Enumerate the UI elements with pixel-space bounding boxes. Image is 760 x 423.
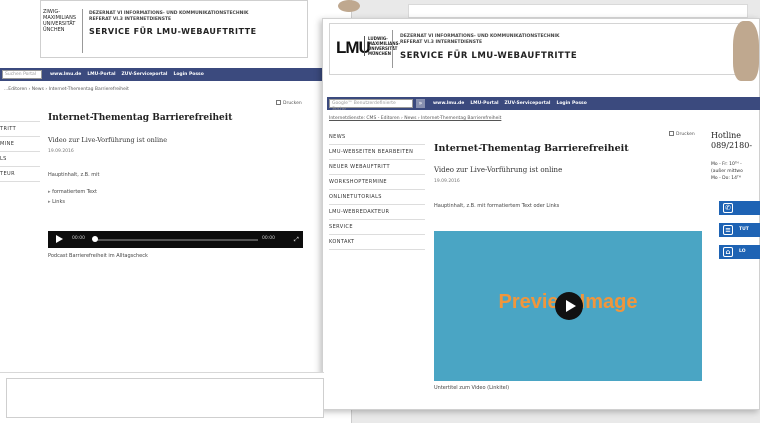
sidebar-item-service[interactable]: SERVICE: [329, 220, 425, 235]
front-dept-line1: DEZERNAT VI INFORMATIONS- UND KOMMUNIKAT…: [400, 34, 560, 39]
back-sidebar-item[interactable]: [0, 113, 40, 122]
front-webpage: LMU LUDWIG- MAXIMILIANS- UNIVERSITÄT MÜN…: [322, 18, 760, 410]
back-sidebar-item[interactable]: TRITT: [0, 122, 40, 137]
person-illustration: [338, 0, 360, 12]
back-date: 19.09.2016: [48, 149, 74, 154]
front-nav-link[interactable]: Login Posso: [556, 101, 586, 106]
lmu-logo-subtitle: LUDWIG- MAXIMILIANS- UNIVERSITÄT MÜNCHEN: [364, 36, 400, 56]
front-page-subtitle: Video zur Live-Vorführung ist online: [434, 166, 563, 174]
back-nav-link[interactable]: LMU-Portal: [87, 72, 115, 77]
sidebar-item-workshoptermine[interactable]: WORKSHOPTERMINE: [329, 175, 425, 190]
play-icon[interactable]: [56, 235, 63, 243]
front-breadcrumb[interactable]: Internetdienste: CMS - Editoren › News ›…: [329, 116, 501, 121]
player-progress-track[interactable]: [96, 239, 258, 241]
sidebar-item-webseiten[interactable]: LMU-WEBSEITEN BEARBEITEN: [329, 145, 425, 160]
side-button-tutorials[interactable]: ≡ TUT: [719, 223, 760, 237]
front-navbar: Google™ Benutzerdefinierte Suche » www.l…: [327, 97, 760, 112]
video-preview[interactable]: Preview Image: [434, 231, 702, 381]
side-button-label: LO: [739, 249, 746, 254]
header-divider: [392, 30, 393, 68]
front-sidebar: NEWS LMU-WEBSEITEN BEARBEITEN NEUER WEBA…: [329, 130, 425, 250]
hotline-hours-line: (außer mittwo: [711, 169, 743, 174]
screenshot-stage: ZIWIG- MAXIMILIANS UNIVERSITÄT ÜNCHEN DE…: [0, 0, 760, 423]
side-button-label: TUT: [739, 227, 749, 232]
front-nav-link[interactable]: ZUV-Serviceportal: [505, 101, 551, 106]
back-sidebar-item[interactable]: TEUR: [0, 167, 40, 182]
back-page-title: Internet-Thementag Barrierefreiheit: [48, 113, 233, 123]
player-end-time: 00:00: [262, 236, 275, 241]
back-sidebar-item[interactable]: LS: [0, 152, 40, 167]
lock-icon: ⌂: [723, 247, 733, 257]
back-header: ZIWIG- MAXIMILIANS UNIVERSITÄT ÜNCHEN DE…: [40, 0, 308, 58]
list-item: formatiertem Text: [48, 189, 97, 195]
back-webpage: ZIWIG- MAXIMILIANS UNIVERSITÄT ÜNCHEN DE…: [0, 0, 352, 423]
document-icon: ≡: [723, 225, 733, 235]
front-nav-link[interactable]: www.lmu.de: [433, 101, 464, 106]
back-nav-link[interactable]: ZUV-Serviceportal: [122, 72, 168, 77]
front-page-title: Internet-Thementag Barrierefreiheit: [434, 143, 629, 154]
background-paper-strip: [408, 4, 748, 18]
front-service-title: SERVICE FÜR LMU-WEBAUFTRITTE: [400, 51, 578, 61]
back-audio-player: 00:00 00:00 ⤢: [48, 231, 303, 248]
back-university-logo: ZIWIG- MAXIMILIANS UNIVERSITÄT ÜNCHEN: [41, 9, 83, 53]
front-print-label: Drucken: [676, 132, 695, 137]
sidebar-item-onlinetutorials[interactable]: ONLINETUTORIALS: [329, 190, 425, 205]
back-service-title: SERVICE FÜR LMU-WEBAUFTRITTE: [89, 27, 257, 36]
hotline-hours: Mo - Fr: 10ᵀᴴ - (außer mittwo Mo - Do: 1…: [711, 161, 743, 182]
front-dept-line2: REFERAT VI.3 INTERNETDIENSTE: [400, 40, 483, 45]
hotline-number: 089/2180-: [711, 141, 753, 150]
bottom-frame-box: [6, 378, 324, 418]
back-nav-link[interactable]: Login Posso: [173, 72, 203, 77]
hotline-hours-line: Mo - Do: 14ᵀᴴ: [711, 176, 741, 181]
front-main-text: Hauptinhalt, z.B. mit formatiertem Text …: [434, 203, 560, 209]
front-date: 19.09.2016: [434, 179, 460, 184]
player-time: 00:00: [72, 236, 85, 241]
fullscreen-icon[interactable]: ⤢: [294, 236, 299, 244]
back-dept-line1: DEZERNAT VI INFORMATIONS- UND KOMMUNIKAT…: [89, 11, 249, 16]
side-button-contact[interactable]: ✆: [719, 201, 760, 215]
hotline-hours-line: Mo - Fr: 10ᵀᴴ -: [711, 162, 742, 167]
lmu-sub-line: MÜNCHEN: [368, 51, 391, 56]
hotline-box: Hotline 089/2180-: [711, 131, 752, 151]
printer-icon: [669, 131, 674, 136]
back-player-caption: Podcast Barrierefreiheit im Alltagscheck: [48, 253, 148, 259]
back-search-input[interactable]: Suchen Portal: [2, 70, 42, 79]
front-header: LMU LUDWIG- MAXIMILIANS- UNIVERSITÄT MÜN…: [329, 23, 739, 75]
player-scrubber-handle[interactable]: [92, 236, 98, 242]
hotline-label: Hotline: [711, 131, 742, 140]
front-video-caption: Untertitel zum Video (Linkitel): [434, 385, 510, 391]
front-nav-links: www.lmu.de LMU-Portal ZUV-Serviceportal …: [433, 97, 587, 110]
sidebar-item-news[interactable]: NEWS: [329, 130, 425, 145]
back-bullet-list: formatiertem Text Links: [48, 189, 97, 209]
back-dept-line2: REFERAT VI.3 INTERNETDIENSTE: [89, 17, 172, 22]
phone-icon: ✆: [723, 203, 733, 213]
back-logo-line: ÜNCHEN: [43, 27, 65, 33]
back-breadcrumb[interactable]: ...Editoren › News › Internet-Thementag …: [4, 87, 129, 92]
printer-icon: [276, 100, 281, 105]
sidebar-item-webredakteur[interactable]: LMU-WEBREDAKTEUR: [329, 205, 425, 220]
sidebar-item-kontakt[interactable]: KONTAKT: [329, 235, 425, 250]
sidebar-item-neuer-webauftritt[interactable]: NEUER WEBAUFTRITT: [329, 160, 425, 175]
list-item: Links: [48, 199, 97, 205]
back-sidebar: TRITT MINE LS TEUR: [0, 113, 40, 182]
back-sidebar-item[interactable]: MINE: [0, 137, 40, 152]
back-page-subtitle: Video zur Live-Vorführung ist online: [48, 136, 168, 144]
front-search-input[interactable]: Google™ Benutzerdefinierte Suche: [329, 99, 413, 112]
person-illustration: [733, 21, 759, 81]
back-nav-links: www.lmu.de LMU-Portal ZUV-Serviceportal …: [50, 68, 204, 81]
back-nav-link[interactable]: www.lmu.de: [50, 72, 81, 77]
back-print-button[interactable]: Drucken: [276, 100, 302, 106]
front-nav-link[interactable]: LMU-Portal: [470, 101, 498, 106]
back-navbar: Suchen Portal www.lmu.de LMU-Portal ZUV-…: [0, 68, 352, 81]
side-button-login[interactable]: ⌂ LO: [719, 245, 760, 259]
back-print-label: Drucken: [283, 101, 302, 106]
search-submit-icon[interactable]: »: [416, 99, 425, 108]
front-print-button[interactable]: Drucken: [669, 131, 695, 137]
back-main-text: Hauptinhalt, z.B. mit: [48, 172, 100, 178]
play-icon[interactable]: [555, 292, 583, 320]
